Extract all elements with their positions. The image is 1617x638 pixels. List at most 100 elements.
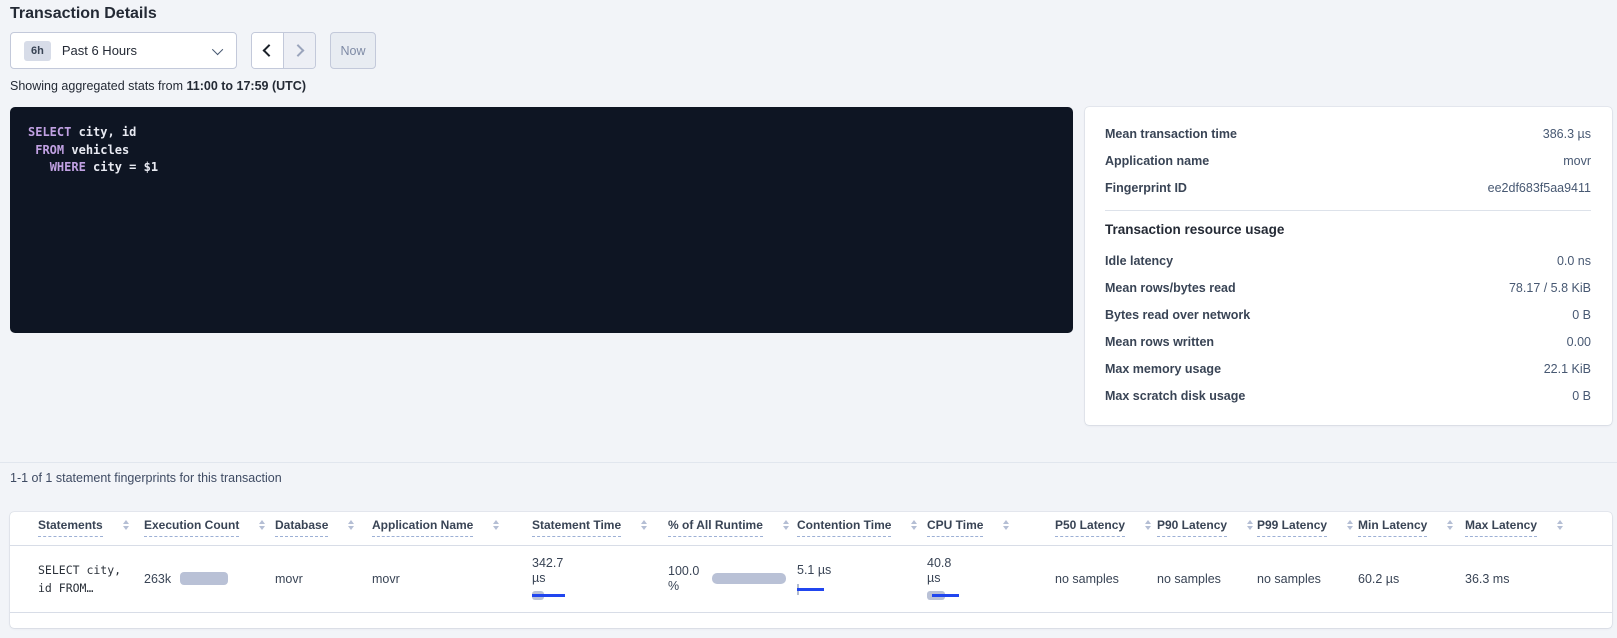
column-label: P90 Latency	[1157, 518, 1227, 537]
statement-link[interactable]: SELECT city,id FROM…	[38, 561, 144, 597]
cell-percent-runtime: 100.0 %	[668, 545, 797, 612]
sql-line: WHERE city = $1	[28, 159, 1055, 177]
cell-p90-latency: no samples	[1157, 545, 1257, 612]
column-label: CPU Time	[927, 518, 983, 537]
column-header-p90-latency[interactable]: P90 Latency	[1157, 512, 1257, 545]
summary-row: Bytes read over network 0 B	[1105, 301, 1591, 328]
sort-icon[interactable]	[1003, 520, 1009, 530]
now-button[interactable]: Now	[330, 32, 376, 69]
sort-icon[interactable]	[1557, 520, 1563, 530]
column-label: Max Latency	[1465, 518, 1537, 537]
cpu-time-value: 40.8	[927, 556, 1055, 571]
column-header-execution-count[interactable]: Execution Count	[144, 512, 275, 545]
column-header-statements[interactable]: Statements	[10, 512, 144, 545]
statement-time-bar	[532, 591, 592, 601]
contention-time-bar	[797, 584, 837, 595]
statement-time-value: 342.7	[532, 556, 668, 571]
summary-row: Application name movr	[1105, 147, 1591, 174]
cell-statement-time: 342.7 µs	[532, 545, 668, 612]
summary-label: Max memory usage	[1105, 362, 1221, 376]
sort-icon[interactable]	[1145, 520, 1151, 530]
sql-line: SELECT city, id	[28, 124, 1055, 142]
summary-value: 0 B	[1572, 389, 1591, 403]
summary-row: Mean rows/bytes read 78.17 / 5.8 KiB	[1105, 274, 1591, 301]
column-header-max-latency[interactable]: Max Latency	[1465, 512, 1612, 545]
column-header-p50-latency[interactable]: P50 Latency	[1055, 512, 1157, 545]
sort-icon[interactable]	[259, 520, 265, 530]
execution-count-value: 263k	[144, 572, 171, 586]
column-header-contention-time[interactable]: Contention Time	[797, 512, 927, 545]
column-header-cpu-time[interactable]: CPU Time	[927, 512, 1055, 545]
column-header-application-name[interactable]: Application Name	[372, 512, 532, 545]
summary-label: Application name	[1105, 154, 1209, 168]
statements-table: Statements Execution Count Database Appl…	[10, 512, 1612, 613]
time-nav-group	[251, 32, 316, 69]
sort-icon[interactable]	[1247, 520, 1253, 530]
summary-value: 0.0 ns	[1557, 254, 1591, 268]
transaction-summary-panel: Mean transaction time 386.3 µs Applicati…	[1085, 107, 1612, 425]
summary-value: movr	[1563, 154, 1591, 168]
column-header-database[interactable]: Database	[275, 512, 372, 545]
summary-value: 78.17 / 5.8 KiB	[1509, 281, 1591, 295]
summary-row: Mean rows written 0.00	[1105, 328, 1591, 355]
page-title: Transaction Details	[10, 5, 157, 23]
column-header-p99-latency[interactable]: P99 Latency	[1257, 512, 1358, 545]
sort-icon[interactable]	[493, 520, 499, 530]
next-interval-button[interactable]	[284, 33, 315, 68]
summary-label: Idle latency	[1105, 254, 1173, 268]
sql-line: FROM vehicles	[28, 142, 1055, 160]
summary-row: Mean transaction time 386.3 µs	[1105, 120, 1591, 147]
column-label: Contention Time	[797, 518, 891, 537]
column-header-percent-runtime[interactable]: % of All Runtime	[668, 512, 797, 545]
sort-icon[interactable]	[911, 520, 917, 530]
sort-icon[interactable]	[783, 520, 789, 530]
summary-row: Idle latency 0.0 ns	[1105, 247, 1591, 274]
summary-row: Fingerprint ID ee2df683f5aa9411	[1105, 174, 1591, 201]
cell-min-latency: 60.2 µs	[1358, 545, 1465, 612]
resource-usage-heading: Transaction resource usage	[1105, 222, 1591, 237]
column-label: P99 Latency	[1257, 518, 1327, 537]
cell-cpu-time: 40.8 µs	[927, 545, 1055, 612]
divider	[1105, 210, 1591, 211]
sort-icon[interactable]	[641, 520, 647, 530]
cell-execution-count: 263k	[144, 545, 275, 612]
cpu-time-bar	[927, 591, 987, 601]
cell-contention-time: 5.1 µs	[797, 545, 927, 612]
table-row: SELECT city,id FROM… 263k movr movr 342.…	[10, 545, 1612, 612]
column-label: Statement Time	[532, 518, 621, 537]
sort-icon[interactable]	[1347, 520, 1353, 530]
statement-time-unit: µs	[532, 571, 668, 586]
summary-label: Fingerprint ID	[1105, 181, 1187, 195]
cell-application-name: movr	[372, 545, 532, 612]
time-range-dropdown[interactable]: 6h Past 6 Hours	[10, 32, 237, 69]
sort-icon[interactable]	[348, 520, 354, 530]
column-label: Statements	[38, 518, 103, 537]
aggregated-stats-caption: Showing aggregated stats from 11:00 to 1…	[10, 79, 306, 93]
transaction-sql-box: SELECT city, id FROM vehicles WHERE city…	[10, 107, 1073, 333]
column-label: Application Name	[372, 518, 473, 537]
aggregated-stats-range: 11:00 to 17:59 (UTC)	[187, 79, 306, 93]
sort-icon[interactable]	[1447, 520, 1453, 530]
time-range-label: Past 6 Hours	[62, 43, 215, 58]
cell-max-latency: 36.3 ms	[1465, 545, 1612, 612]
chevron-left-icon	[263, 44, 276, 57]
summary-value: 386.3 µs	[1543, 127, 1591, 141]
chevron-right-icon	[292, 44, 305, 57]
cell-statement[interactable]: SELECT city,id FROM…	[10, 545, 144, 612]
cell-database: movr	[275, 545, 372, 612]
time-range-badge: 6h	[24, 41, 51, 61]
runtime-value: 100.0	[668, 564, 699, 579]
column-header-statement-time[interactable]: Statement Time	[532, 512, 668, 545]
summary-value: 0.00	[1567, 335, 1591, 349]
sort-icon[interactable]	[123, 520, 129, 530]
summary-row: Max memory usage 22.1 KiB	[1105, 355, 1591, 382]
column-header-min-latency[interactable]: Min Latency	[1358, 512, 1465, 545]
runtime-bar	[712, 573, 786, 584]
column-label: % of All Runtime	[668, 518, 763, 537]
summary-row: Max scratch disk usage 0 B	[1105, 382, 1591, 409]
aggregated-stats-text: Showing aggregated stats from	[10, 79, 187, 93]
summary-value: 0 B	[1572, 308, 1591, 322]
previous-interval-button[interactable]	[252, 33, 284, 68]
runtime-unit: %	[668, 579, 699, 594]
cpu-time-unit: µs	[927, 571, 1055, 586]
